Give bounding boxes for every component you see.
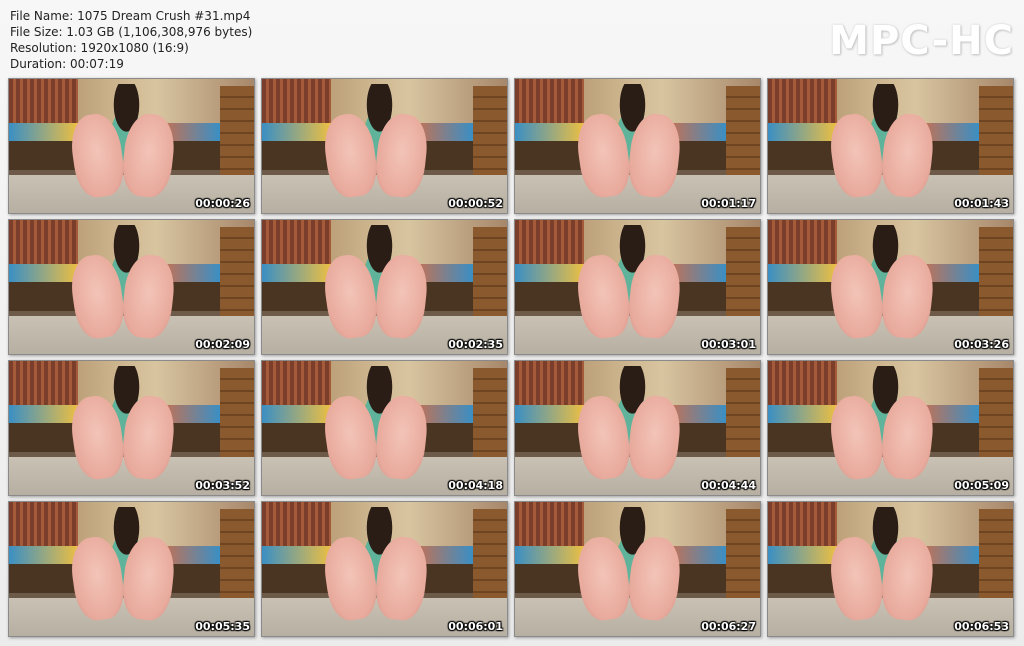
video-thumbnail: 00:06:01 — [261, 501, 508, 637]
thumbnail-frame — [262, 79, 507, 213]
video-thumbnail: 00:01:43 — [767, 78, 1014, 214]
thumbnail-frame — [9, 220, 254, 354]
thumbnail-timestamp: 00:03:01 — [701, 338, 756, 351]
thumbnail-frame — [262, 220, 507, 354]
thumbnail-timestamp: 00:06:01 — [448, 620, 503, 633]
file-name: File Name: 1075 Dream Crush #31.mp4 — [10, 9, 251, 23]
thumbnail-frame — [768, 361, 1013, 495]
thumbnail-timestamp: 00:02:09 — [195, 338, 250, 351]
thumbnail-timestamp: 00:01:43 — [954, 197, 1009, 210]
video-thumbnail: 00:05:35 — [8, 501, 255, 637]
thumbnail-timestamp: 00:04:18 — [448, 479, 503, 492]
thumbnail-frame — [768, 220, 1013, 354]
thumbnail-frame — [9, 361, 254, 495]
video-thumbnail: 00:00:52 — [261, 78, 508, 214]
video-thumbnail: 00:06:27 — [514, 501, 761, 637]
thumbnail-frame — [515, 361, 760, 495]
video-thumbnail: 00:03:52 — [8, 360, 255, 496]
thumbnail-timestamp: 00:00:26 — [195, 197, 250, 210]
thumbnail-frame — [262, 502, 507, 636]
video-thumbnail: 00:04:18 — [261, 360, 508, 496]
file-size: File Size: 1.03 GB (1,106,308,976 bytes) — [10, 25, 253, 39]
mpc-hc-logo: MPC-HC — [829, 18, 1014, 64]
video-thumbnail: 00:02:09 — [8, 219, 255, 355]
thumbnail-timestamp: 00:04:44 — [701, 479, 756, 492]
duration: Duration: 00:07:19 — [10, 57, 124, 71]
thumbnail-frame — [9, 502, 254, 636]
thumbnail-timestamp: 00:02:35 — [448, 338, 503, 351]
thumbnail-frame — [515, 79, 760, 213]
thumbnail-frame — [9, 79, 254, 213]
thumbnail-frame — [515, 502, 760, 636]
video-thumbnail: 00:02:35 — [261, 219, 508, 355]
thumbnail-timestamp: 00:03:26 — [954, 338, 1009, 351]
thumbnail-timestamp: 00:01:17 — [701, 197, 756, 210]
thumbnail-grid: 00:00:26 00:00:52 00:01:17 00:01:43 00:02:09… — [8, 78, 1018, 638]
video-thumbnail: 00:06:53 — [767, 501, 1014, 637]
thumbnail-timestamp: 00:05:35 — [195, 620, 250, 633]
file-info: File Name: 1075 Dream Crush #31.mp4 File… — [10, 8, 252, 72]
video-thumbnail: 00:03:01 — [514, 219, 761, 355]
video-thumbnail: 00:04:44 — [514, 360, 761, 496]
thumbnail-timestamp: 00:06:27 — [701, 620, 756, 633]
video-thumbnail: 00:00:26 — [8, 78, 255, 214]
thumbnail-timestamp: 00:05:09 — [954, 479, 1009, 492]
thumbnail-timestamp: 00:03:52 — [195, 479, 250, 492]
thumbnail-timestamp: 00:06:53 — [954, 620, 1009, 633]
thumbnail-frame — [768, 502, 1013, 636]
video-thumbnail: 00:05:09 — [767, 360, 1014, 496]
video-thumbnail: 00:03:26 — [767, 219, 1014, 355]
thumbnail-frame — [262, 361, 507, 495]
thumbnail-frame — [515, 220, 760, 354]
video-thumbnail: 00:01:17 — [514, 78, 761, 214]
resolution: Resolution: 1920x1080 (16:9) — [10, 41, 189, 55]
thumbnail-frame — [768, 79, 1013, 213]
thumbnail-timestamp: 00:00:52 — [448, 197, 503, 210]
